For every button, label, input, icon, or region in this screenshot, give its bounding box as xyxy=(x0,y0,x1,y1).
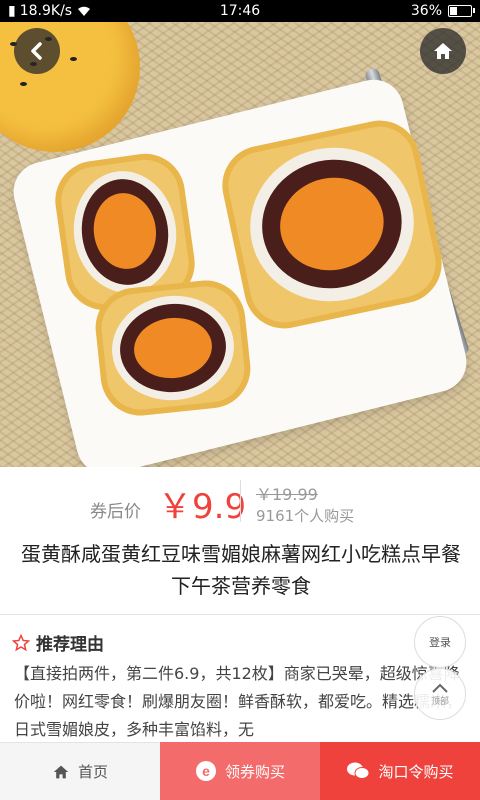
bottom-action-bar: 首页 e 领券购买 淘口令购买 xyxy=(0,742,480,800)
status-bar: ▮ 18.9K/s 17:46 36% xyxy=(0,0,480,22)
pastry-half-left-bottom xyxy=(91,276,255,420)
product-title: 蛋黄酥咸蛋黄红豆味雪媚娘麻薯网红小吃糕点早餐下午茶营养零食 xyxy=(21,542,461,598)
home-button[interactable] xyxy=(420,28,466,74)
wechat-icon xyxy=(347,762,370,779)
back-to-top-button[interactable]: 顶部 xyxy=(414,668,466,720)
home-tab-button[interactable]: 首页 xyxy=(0,742,160,800)
battery-fill xyxy=(450,7,457,15)
coupon-buy-label: 领券购买 xyxy=(224,762,285,781)
home-icon xyxy=(434,43,452,59)
chevron-up-icon xyxy=(432,683,448,693)
login-label: 登录 xyxy=(429,636,451,649)
ticket-e-icon: e xyxy=(195,761,216,781)
clock: 17:46 xyxy=(219,3,261,19)
after-coupon-label: 券后价 xyxy=(90,502,141,522)
coupon-buy-button[interactable]: e 领券购买 xyxy=(160,742,320,800)
home-tab-label: 首页 xyxy=(77,763,108,781)
recommend-heading: 推荐理由 xyxy=(36,635,104,655)
back-button[interactable] xyxy=(14,28,60,74)
back-to-top-label: 顶部 xyxy=(430,696,449,707)
sold-count: 9161个人购买 xyxy=(256,507,355,525)
divider xyxy=(0,614,480,615)
chevron-left-icon xyxy=(31,42,42,60)
svg-text:e: e xyxy=(202,763,210,779)
star-outline-icon xyxy=(12,633,30,651)
product-image xyxy=(0,22,480,467)
taokouling-buy-label: 淘口令购买 xyxy=(378,762,454,781)
price-section: 券后价 ￥9.9 ￥19.99 9161个人购买 xyxy=(0,467,480,537)
login-button[interactable]: 登录 xyxy=(414,616,466,668)
home-icon xyxy=(53,765,69,778)
price-divider xyxy=(240,480,241,522)
recommend-header: 推荐理由 xyxy=(12,630,104,655)
battery-percent: 36% xyxy=(410,3,442,19)
original-price: ￥19.99 xyxy=(256,485,318,504)
battery-icon xyxy=(448,5,475,17)
current-price: ￥9.9 xyxy=(158,487,247,527)
taokouling-buy-button[interactable]: 淘口令购买 xyxy=(320,742,480,800)
recommend-text: 【直接拍两件，第二件6.9，共12枚】商家已哭晕，超级惊喜降价啦！网红零食！刷爆… xyxy=(14,664,463,739)
